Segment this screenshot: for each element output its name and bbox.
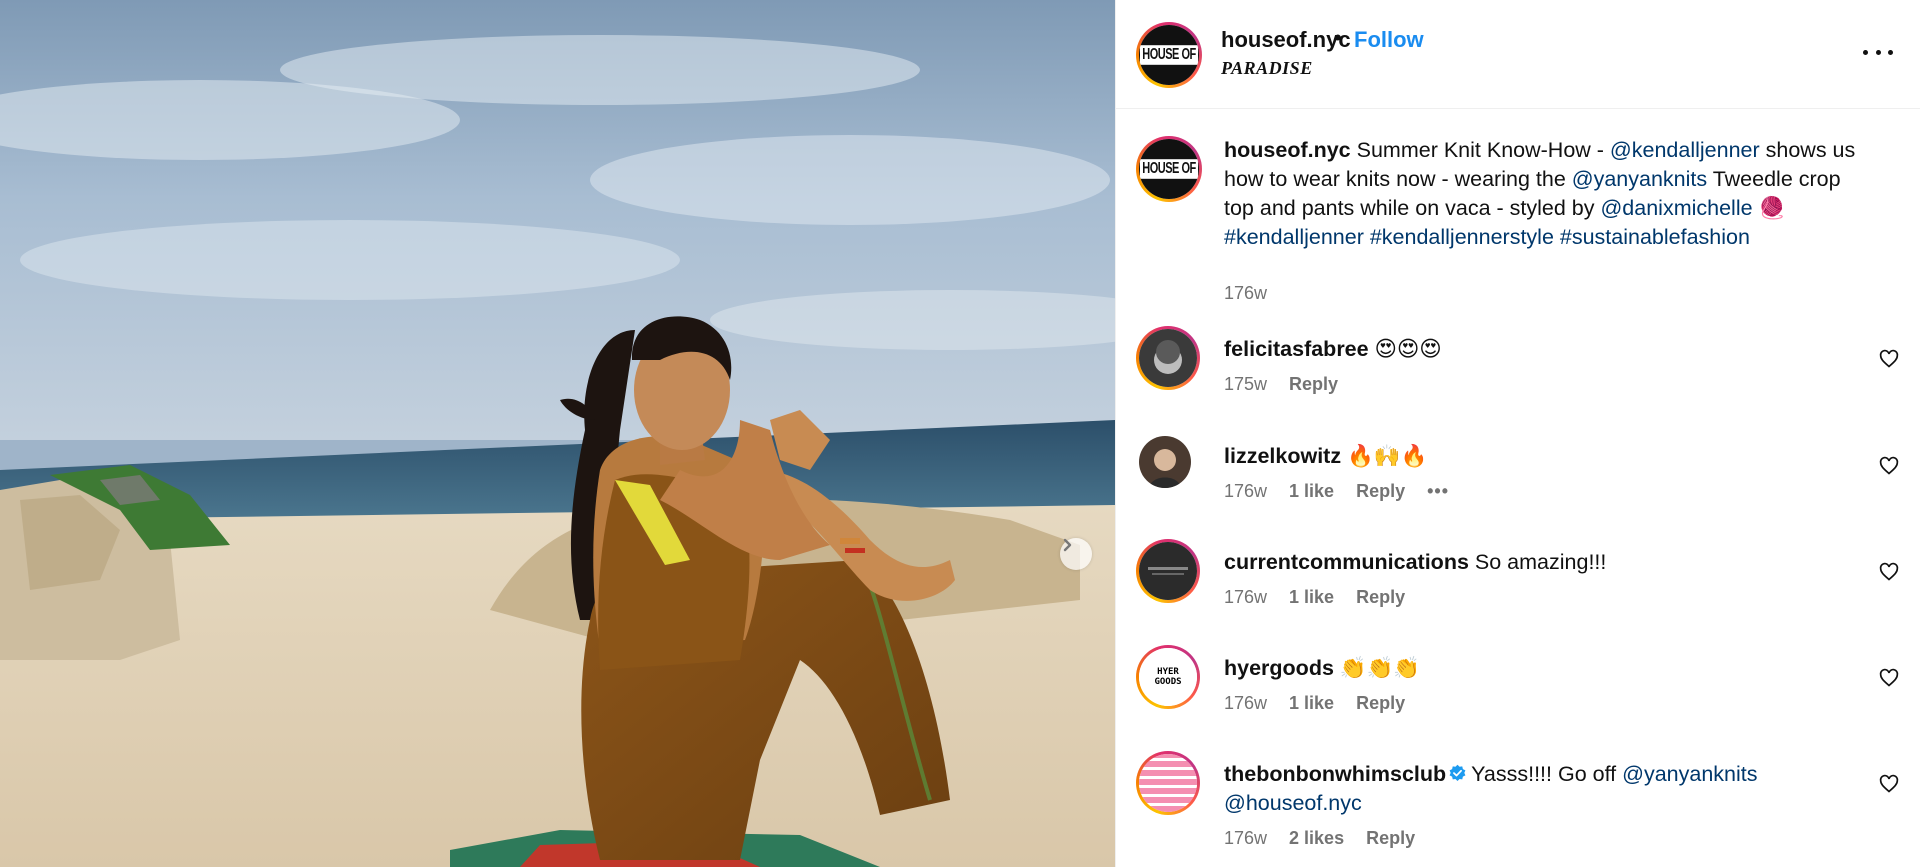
comment-meta: 176w 2 likes Reply [1224,828,1415,849]
beach-photo [0,0,1115,867]
like-count[interactable]: 1 like [1289,481,1334,502]
avatar: HYER GOODS [1139,648,1197,706]
mention-link[interactable]: @danixmichelle [1600,196,1752,220]
timestamp[interactable]: 176w [1224,283,1267,304]
post-photo[interactable] [0,0,1115,867]
commenter-avatar-ring[interactable] [1136,539,1200,603]
comment-text: currentcommunications So amazing!!! [1224,550,1607,574]
separator-dot: • [1334,25,1342,50]
avatar [1139,754,1197,812]
like-count[interactable]: 2 likes [1289,828,1344,849]
avatar[interactable] [1139,436,1191,488]
comment-text: hyergoods 👏👏👏 [1224,656,1421,680]
mention-link[interactable]: @houseof.nyc [1224,791,1362,815]
timestamp[interactable]: 176w [1224,587,1267,608]
avatar: HOUSE OF [1139,139,1199,199]
reply-button[interactable]: Reply [1356,481,1405,502]
caption-meta: 176w [1224,283,1267,304]
avatar: HOUSE OF [1139,25,1199,85]
comment-meta: 175w Reply [1224,374,1338,395]
comment-text: lizzelkowitz 🔥🙌🔥 [1224,444,1428,468]
caption-username[interactable]: houseof.nyc [1224,138,1351,162]
heart-icon[interactable] [1879,774,1899,794]
hashtag-link[interactable]: #sustainablefashion [1560,225,1750,249]
yarn-emoji: 🧶 [1758,196,1786,220]
comment-username[interactable]: currentcommunications [1224,550,1469,574]
comment-meta: 176w 1 like Reply ••• [1224,481,1449,502]
mention-link[interactable]: @kendalljenner [1610,138,1760,162]
chevron-right-icon [1063,538,1072,552]
comment-username[interactable]: hyergoods [1224,656,1334,680]
avatar [1139,542,1197,600]
heart-icon[interactable] [1879,349,1899,369]
more-horizontal-icon [1863,49,1868,55]
like-count[interactable]: 1 like [1289,693,1334,714]
follow-button[interactable]: Follow [1354,27,1424,53]
comment-options-button[interactable]: ••• [1427,481,1449,502]
reply-button[interactable]: Reply [1289,374,1338,395]
avatar-text: HYER GOODS [1154,667,1182,687]
timestamp[interactable]: 176w [1224,828,1267,849]
timestamp[interactable]: 175w [1224,374,1267,395]
like-count[interactable]: 1 like [1289,587,1334,608]
post-header: HOUSE OF houseof.nyc • Follow PARADISE [1116,0,1920,109]
commenter-avatar-ring[interactable]: HYER GOODS [1136,645,1200,709]
comment-username[interactable]: thebonbonwhimsclub [1224,762,1446,786]
author-username[interactable]: houseof.nyc [1221,27,1351,53]
location-link[interactable]: PARADISE [1221,58,1313,79]
comment-username[interactable]: felicitasfabree [1224,337,1369,361]
avatar [1139,329,1197,387]
timestamp[interactable]: 176w [1224,481,1267,502]
caption-avatar-ring[interactable]: HOUSE OF [1136,136,1202,202]
commenter-avatar-ring[interactable] [1136,751,1200,815]
comment-meta: 176w 1 like Reply [1224,693,1405,714]
hashtag-link[interactable]: #kendalljenner [1224,225,1364,249]
next-photo-button[interactable] [1060,538,1092,570]
comment-meta: 176w 1 like Reply [1224,587,1405,608]
post-side-panel: HOUSE OF houseof.nyc • Follow PARADISE H… [1115,0,1920,867]
author-avatar-ring[interactable]: HOUSE OF [1136,22,1202,88]
mention-link[interactable]: @yanyanknits [1572,167,1707,191]
reply-button[interactable]: Reply [1366,828,1415,849]
heart-icon[interactable] [1879,456,1899,476]
heart-icon[interactable] [1879,668,1899,688]
comment-text: thebonbonwhimsclub Yasss!!!! Go off @yan… [1224,762,1758,815]
comment-text: felicitasfabree 😍😍😍 [1224,337,1442,361]
comments-list: HOUSE OF houseof.nyc Summer Knit Know-Ho… [1116,108,1920,867]
logo-text: HOUSE OF [1140,45,1198,65]
heart-icon[interactable] [1879,562,1899,582]
reply-button[interactable]: Reply [1356,587,1405,608]
commenter-avatar-ring[interactable] [1136,326,1200,390]
verified-badge-icon [1449,764,1466,781]
hashtag-link[interactable]: #kendalljennerstyle [1370,225,1554,249]
more-options-button[interactable] [1863,42,1893,62]
comment-username[interactable]: lizzelkowitz [1224,444,1341,468]
caption-text: houseof.nyc Summer Knit Know-How - @kend… [1224,138,1856,249]
timestamp[interactable]: 176w [1224,693,1267,714]
instagram-post: HOUSE OF houseof.nyc • Follow PARADISE H… [0,0,1920,867]
reply-button[interactable]: Reply [1356,693,1405,714]
mention-link[interactable]: @yanyanknits [1622,762,1757,786]
